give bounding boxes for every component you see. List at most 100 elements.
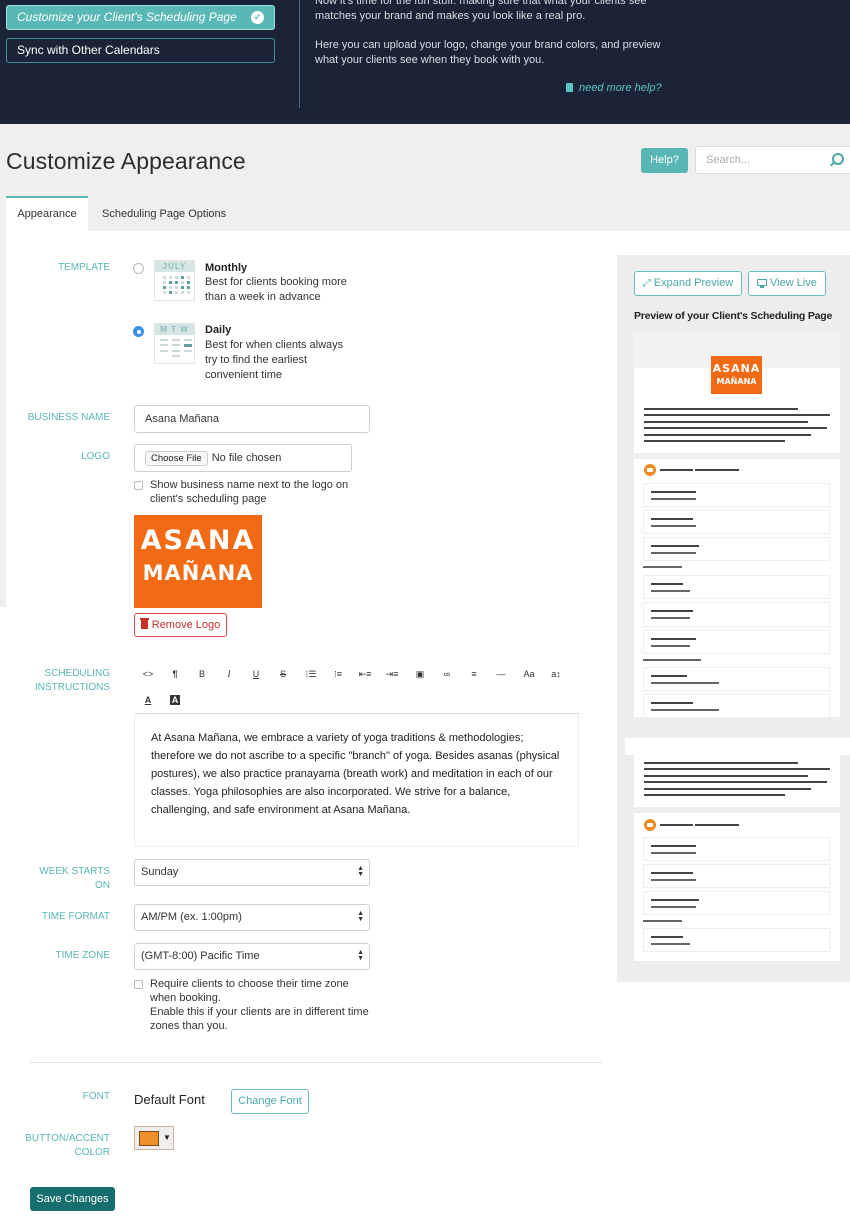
paragraph-icon[interactable]: ¶ bbox=[166, 668, 184, 680]
remove-logo-button[interactable]: Remove Logo bbox=[134, 613, 227, 637]
banner-divider bbox=[299, 0, 300, 108]
preview-panel: ⤢ Expand Preview View Live Preview of you… bbox=[617, 255, 850, 982]
bulleted-list-icon[interactable]: ⁝☰ bbox=[302, 668, 320, 680]
template-monthly-description: Best for clients booking more than a wee… bbox=[205, 276, 347, 303]
tab-scheduling-page-options[interactable]: Scheduling Page Options bbox=[102, 196, 226, 231]
text-color-icon[interactable]: A bbox=[139, 694, 157, 706]
preview-slot bbox=[643, 537, 830, 561]
font-size-icon[interactable]: Aa bbox=[520, 668, 538, 680]
week-starts-on-label: Week Starts On bbox=[6, 865, 110, 893]
template-monthly-radio[interactable] bbox=[133, 263, 144, 274]
calendar-dot-icon bbox=[644, 464, 656, 476]
search-icon[interactable] bbox=[832, 153, 844, 165]
time-zone-label: Time Zone bbox=[55, 950, 110, 961]
calendar-icon-header: M T W bbox=[155, 324, 194, 335]
preview-slot bbox=[643, 891, 830, 915]
align-left-icon[interactable]: ≡ bbox=[465, 668, 483, 680]
choose-file-button[interactable]: Choose File bbox=[145, 450, 208, 466]
italic-icon[interactable]: I bbox=[220, 668, 238, 680]
need-more-help-link[interactable]: need more help? bbox=[566, 82, 662, 94]
label-line: On bbox=[95, 880, 110, 891]
font-value: Default Font bbox=[134, 1092, 205, 1107]
checkbox-help-text: Enable this if your clients are in diffe… bbox=[150, 1006, 369, 1032]
scheduling-instructions-label: Scheduling Instructions bbox=[6, 667, 110, 695]
file-status: No file chosen bbox=[211, 452, 282, 465]
time-format-select[interactable]: AM/PM (ex. 1:00pm) ▲ ▼ bbox=[134, 904, 370, 931]
require-time-zone-checkbox[interactable] bbox=[134, 980, 143, 989]
select-arrows-icon: ▲ ▼ bbox=[357, 910, 364, 923]
strikethrough-icon[interactable]: S bbox=[274, 668, 292, 680]
template-daily-description: Best for when clients always try to find… bbox=[205, 339, 344, 381]
week-starts-on-select[interactable]: Sunday ▲ ▼ bbox=[134, 859, 370, 886]
template-monthly-title: Monthly bbox=[205, 262, 248, 274]
banner-paragraph: Now it's time for the fun stuff: making … bbox=[315, 0, 647, 22]
template-daily-radio[interactable] bbox=[133, 326, 144, 337]
label-line: Week Starts bbox=[39, 866, 110, 877]
background-color-icon[interactable]: A bbox=[166, 694, 184, 706]
page-title: Customize Appearance bbox=[6, 148, 246, 174]
preview-slot bbox=[643, 602, 830, 627]
step-label: Sync with Other Calendars bbox=[17, 43, 160, 57]
tab-appearance[interactable]: Appearance bbox=[6, 196, 88, 231]
business-name-label: Business Name bbox=[27, 412, 110, 423]
checkbox-text: Require clients to choose their time zon… bbox=[150, 978, 349, 1004]
horizontal-rule-icon[interactable]: — bbox=[492, 668, 510, 680]
accent-color-picker[interactable]: ▼ bbox=[134, 1126, 174, 1150]
line-height-icon[interactable]: a↕ bbox=[547, 668, 565, 680]
preview-logo-line2: MAÑANA bbox=[716, 377, 757, 386]
preview-logo: ASANA MAÑANA bbox=[711, 356, 762, 394]
code-view-icon[interactable]: <> bbox=[139, 668, 157, 680]
preview-logo-line1: ASANA bbox=[712, 362, 761, 375]
step-customize-scheduling-page[interactable]: Customize your Client's Scheduling Page … bbox=[6, 5, 275, 30]
section-divider bbox=[30, 1062, 602, 1063]
expand-icon: ⤢ bbox=[642, 278, 651, 289]
outdent-icon[interactable]: ⇤≡ bbox=[356, 668, 374, 680]
label-line: Button/Accent bbox=[25, 1133, 110, 1144]
show-business-name-checkbox[interactable] bbox=[134, 481, 143, 490]
view-live-label: View Live bbox=[770, 277, 817, 289]
step-label: Customize your Client's Scheduling Page bbox=[17, 10, 237, 24]
change-font-button[interactable]: Change Font bbox=[231, 1089, 309, 1114]
preview-slot bbox=[643, 575, 830, 599]
select-arrows-icon: ▲ ▼ bbox=[357, 949, 364, 962]
scheduling-instructions-editor[interactable]: At Asana Mañana, we embrace a variety of… bbox=[134, 715, 579, 847]
monthly-calendar-icon: JULY bbox=[154, 260, 195, 301]
indent-icon[interactable]: ⇥≡ bbox=[383, 668, 401, 680]
expand-preview-button[interactable]: ⤢ Expand Preview bbox=[634, 271, 742, 296]
link-icon[interactable]: ∞ bbox=[438, 668, 456, 680]
remove-logo-label: Remove Logo bbox=[151, 619, 221, 631]
view-live-button[interactable]: View Live bbox=[748, 271, 826, 296]
search-box[interactable] bbox=[695, 146, 850, 174]
save-changes-button[interactable]: Save Changes bbox=[30, 1187, 115, 1211]
preview-slot bbox=[643, 928, 830, 952]
help-button[interactable]: Help? bbox=[641, 148, 688, 173]
logo-label: Logo bbox=[81, 451, 110, 462]
trash-icon bbox=[139, 618, 149, 629]
label-line: Scheduling bbox=[44, 668, 110, 679]
daily-calendar-icon: M T W bbox=[154, 323, 195, 364]
banner-paragraph: Here you can upload your logo, change yo… bbox=[315, 39, 661, 66]
search-input[interactable] bbox=[706, 154, 826, 166]
business-name-input[interactable]: Asana Mañana bbox=[134, 405, 370, 433]
time-zone-select[interactable]: (GMT-8:00) Pacific Time ▲ ▼ bbox=[134, 943, 370, 970]
logo-file-input[interactable]: Choose File No file chosen bbox=[134, 444, 352, 472]
numbered-list-icon[interactable]: ⁝≡ bbox=[329, 668, 347, 680]
preview-slot bbox=[643, 837, 830, 861]
preview-slot bbox=[643, 483, 830, 507]
preview-slot bbox=[643, 510, 830, 534]
show-business-name-label: Show business name next to the logo on c… bbox=[150, 479, 349, 505]
preview-slot bbox=[643, 694, 830, 718]
select-value: (GMT-8:00) Pacific Time bbox=[141, 950, 260, 962]
insert-image-icon[interactable]: ▣ bbox=[411, 668, 429, 680]
color-swatch bbox=[139, 1131, 159, 1146]
preview-gap bbox=[625, 738, 850, 755]
editor-toolbar: <> ¶ B I U S ⁝☰ ⁝≡ ⇤≡ ⇥≡ ▣ ∞ ≡ — Aa a↕ A… bbox=[134, 662, 579, 714]
preview-intro-card bbox=[634, 755, 840, 807]
template-daily-title: Daily bbox=[205, 324, 232, 336]
step-sync-calendars[interactable]: Sync with Other Calendars bbox=[6, 38, 275, 63]
underline-icon[interactable]: U bbox=[247, 668, 265, 680]
bold-icon[interactable]: B bbox=[193, 668, 211, 680]
calendar-icon-header: JULY bbox=[155, 261, 194, 272]
require-time-zone-label: Require clients to choose their time zon… bbox=[150, 977, 375, 1033]
label-line: Instructions bbox=[35, 682, 110, 693]
